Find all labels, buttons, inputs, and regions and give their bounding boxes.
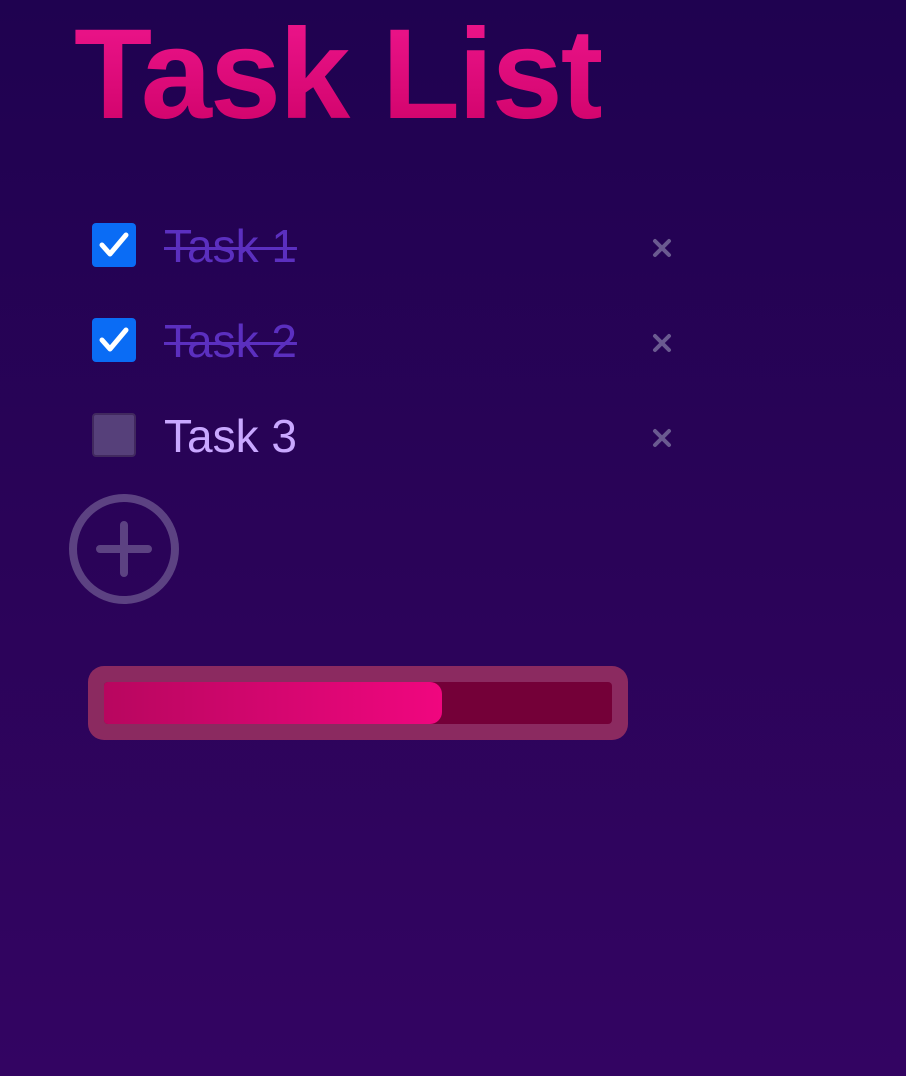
add-task-button[interactable] <box>68 493 180 605</box>
task-label: Task 2 <box>164 315 297 367</box>
close-icon[interactable] <box>648 424 676 452</box>
checkmark-icon <box>99 232 129 257</box>
plus-circle-icon <box>69 494 179 604</box>
progress-track <box>104 682 612 724</box>
task-list: Task 1 Task 2 Task 3 <box>92 198 692 483</box>
progress-bar <box>88 666 628 740</box>
task-row: Task 1 <box>92 198 692 293</box>
task-checkbox[interactable] <box>92 413 136 457</box>
task-row: Task 3 <box>92 388 692 483</box>
task-row: Task 2 <box>92 293 692 388</box>
task-label: Task 3 <box>164 410 297 462</box>
task-label: Task 1 <box>164 220 297 272</box>
task-checkbox[interactable] <box>92 223 136 267</box>
page-title: Task List <box>74 0 603 150</box>
task-checkbox[interactable] <box>92 318 136 362</box>
checkmark-icon <box>99 327 129 352</box>
close-icon[interactable] <box>648 234 676 262</box>
close-icon[interactable] <box>648 329 676 357</box>
progress-fill <box>104 682 443 724</box>
